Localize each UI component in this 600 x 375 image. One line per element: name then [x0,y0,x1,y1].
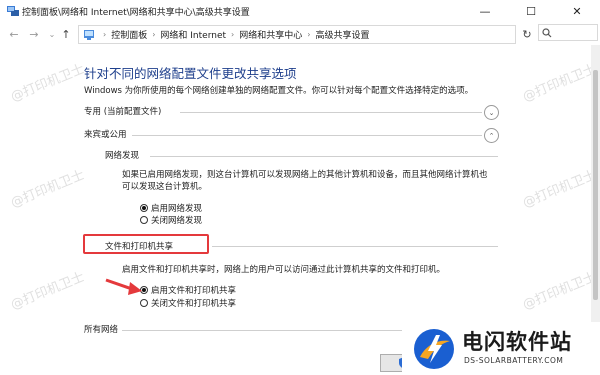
highlight-box [83,234,209,254]
radio-button[interactable] [140,204,148,212]
title-bar: 控制面板\网络和 Internet\网络和共享中心\高级共享设置 — ☐ ✕ [0,0,600,22]
minimize-button[interactable]: — [462,0,508,22]
breadcrumb-separator: › [231,30,235,39]
lightning-logo-icon [414,329,454,369]
divider [122,330,402,331]
network-discovery-text-line2: 可以发现这台计算机。 [122,182,208,192]
maximize-button[interactable]: ☐ [508,0,554,22]
divider [212,246,498,247]
watermark: @打印机卫士 [520,167,599,211]
divider [180,112,482,113]
breadcrumb-item[interactable]: 高级共享设置 [315,28,369,41]
radio-label[interactable]: 启用文件和打印机共享 [151,284,236,296]
forward-button[interactable]: → [26,26,42,42]
radio-button[interactable] [140,216,148,224]
scrollbar-thumb[interactable] [593,70,598,300]
logo-title: 电闪软件站 [462,330,572,354]
breadcrumb-item[interactable]: 网络和共享中心 [239,28,302,41]
network-discovery-text-line1: 如果已启用网络发现，则这台计算机可以发现网络上的其他计算机和设备，而且其他网络计… [122,170,488,180]
control-panel-icon [84,29,94,40]
watermark: @打印机卫士 [8,269,87,313]
address-bar[interactable]: › 控制面板 › 网络和 Internet › 网络和共享中心 › 高级共享设置… [78,25,583,44]
breadcrumb-item[interactable]: 控制面板 [111,28,147,41]
chevron-down-icon[interactable]: ⌄ [484,105,499,120]
up-button[interactable]: ↑ [58,26,74,42]
arrow-icon [105,278,142,295]
profile-private-label[interactable]: 专用 (当前配置文件) [84,105,161,117]
close-button[interactable]: ✕ [554,0,600,22]
watermark: @打印机卫士 [520,269,599,313]
file-printer-sharing-text: 启用文件和打印机共享时，网络上的用户可以访问通过此计算机共享的文件和打印机。 [122,265,446,275]
divider [150,156,498,157]
radio-label[interactable]: 关闭网络发现 [151,214,202,226]
radio-label[interactable]: 关闭文件和打印机共享 [151,297,236,309]
breadcrumb-separator: › [103,30,107,39]
network-discovery-title: 网络发现 [105,151,140,161]
back-button[interactable]: ← [6,26,22,42]
refresh-button[interactable]: ↻ [520,27,534,41]
radio-disable-network-discovery[interactable]: 关闭网络发现 [140,214,202,226]
radio-label[interactable]: 启用网络发现 [151,202,202,214]
profile-guest-public-label[interactable]: 来宾或公用 [84,128,127,140]
divider [132,135,482,136]
watermark: @打印机卫士 [8,61,87,105]
breadcrumb-item[interactable]: 网络和 Internet [160,28,226,41]
logo-subtitle: DS-SOLARBATTERY.COM [464,356,564,365]
watermark: @打印机卫士 [8,167,87,211]
watermark: @打印机卫士 [520,61,599,105]
window-title: 控制面板\网络和 Internet\网络和共享中心\高级共享设置 [22,8,250,18]
radio-enable-file-printer-sharing[interactable]: 启用文件和打印机共享 [140,284,236,296]
page-description: Windows 为你所使用的每个网络创建单独的网络配置文件。你可以针对每个配置文… [84,86,474,96]
address-row: ← → ⌄ ↑ › 控制面板 › 网络和 Internet › 网络和共享中心 … [0,24,600,44]
page-title: 针对不同的网络配置文件更改共享选项 [84,66,297,81]
breadcrumb-separator: › [307,30,311,39]
chevron-up-icon[interactable]: ⌃ [484,128,499,143]
radio-disable-file-printer-sharing[interactable]: 关闭文件和打印机共享 [140,297,236,309]
search-input[interactable] [538,24,598,41]
radio-button[interactable] [140,299,148,307]
search-icon [542,27,552,37]
profile-all-networks-label[interactable]: 所有网络 [84,323,118,335]
breadcrumb-separator: › [152,30,156,39]
radio-enable-network-discovery[interactable]: 启用网络发现 [140,202,202,214]
network-icon [7,6,19,16]
